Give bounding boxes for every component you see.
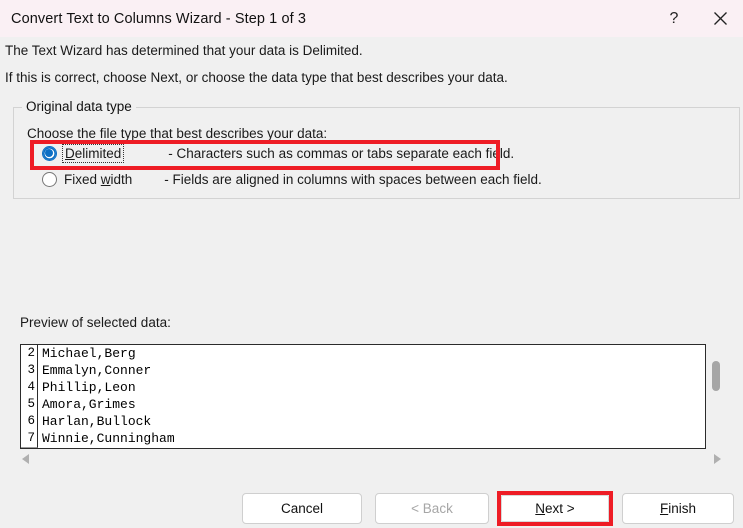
scroll-right-arrow-icon[interactable] <box>714 454 721 464</box>
back-button[interactable]: < Back <box>375 493 489 524</box>
intro-line-2: If this is correct, choose Next, or choo… <box>5 70 508 85</box>
finish-button[interactable]: Finish <box>622 493 734 524</box>
vertical-scrollbar[interactable] <box>708 344 724 449</box>
preview-row: 2 Michael,Berg <box>21 345 705 363</box>
window-title: Convert Text to Columns Wizard - Step 1 … <box>11 10 307 27</box>
fixed-width-radio[interactable] <box>42 172 57 187</box>
preview-row-number <box>21 447 38 448</box>
delimited-option-row[interactable]: Delimited - Characters such as commas or… <box>42 144 515 163</box>
next-button[interactable]: Next > <box>501 495 609 522</box>
fixed-width-label[interactable]: Fixed width <box>64 172 132 187</box>
preview-row-text: Michael,Berg <box>42 346 136 361</box>
preview-data-box[interactable]: 2 Michael,Berg 3 Emmalyn,Conner 4 Philli… <box>20 344 706 449</box>
vertical-scrollbar-thumb[interactable] <box>712 361 720 391</box>
preview-row-number: 6 <box>21 413 38 431</box>
preview-row-text: Winnie,Cunningham <box>42 431 175 446</box>
preview-row-number: 3 <box>21 362 38 380</box>
preview-row: 3 Emmalyn,Conner <box>21 362 705 380</box>
preview-row-text: Harlan,Bullock <box>42 414 152 429</box>
preview-row-text: Emmalyn,Conner <box>42 363 152 378</box>
scroll-left-arrow-icon[interactable] <box>22 454 29 464</box>
title-bar-buttons: ? <box>651 0 743 37</box>
preview-label: Preview of selected data: <box>20 315 171 330</box>
preview-row: 7 Winnie,Cunningham <box>21 430 705 448</box>
preview-row: 5 Amora,Grimes <box>21 396 705 414</box>
delimited-radio[interactable] <box>42 146 57 161</box>
cancel-button[interactable]: Cancel <box>242 493 362 524</box>
delimited-label[interactable]: Delimited <box>61 144 125 163</box>
title-bar: Convert Text to Columns Wizard - Step 1 … <box>0 0 743 37</box>
intro-line-1: The Text Wizard has determined that your… <box>5 43 363 58</box>
delimited-description: - Characters such as commas or tabs sepa… <box>168 146 515 161</box>
help-icon[interactable]: ? <box>651 0 697 37</box>
preview-row-text: Phillip,Leon <box>42 380 136 395</box>
fixed-width-option-row[interactable]: Fixed width - Fields are aligned in colu… <box>42 172 542 187</box>
group-legend: Original data type <box>22 99 136 114</box>
preview-row: 4 Phillip,Leon <box>21 379 705 397</box>
preview-row-number: 2 <box>21 345 38 363</box>
horizontal-scrollbar[interactable] <box>16 449 727 469</box>
choose-file-type-label: Choose the file type that best describes… <box>27 126 328 141</box>
preview-row: 6 Harlan,Bullock <box>21 413 705 431</box>
preview-row-number: 5 <box>21 396 38 414</box>
close-icon[interactable] <box>697 0 743 37</box>
preview-row-text: Amora,Grimes <box>42 397 136 412</box>
preview-row-number: 4 <box>21 379 38 397</box>
preview-row-number: 7 <box>21 430 38 448</box>
fixed-width-description: - Fields are aligned in columns with spa… <box>164 172 542 187</box>
